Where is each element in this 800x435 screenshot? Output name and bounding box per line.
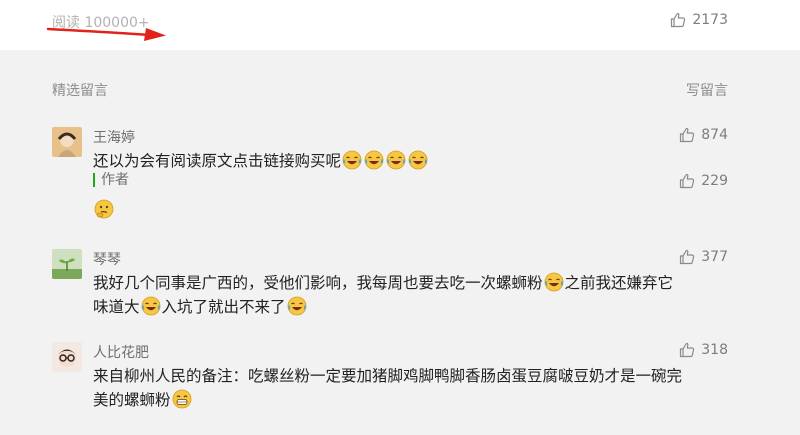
laughing-emoji-icon [408, 150, 428, 170]
thumbs-up-icon [670, 12, 686, 28]
thumbs-up-icon [679, 127, 695, 143]
commenter-name[interactable]: 王海婷 [93, 127, 135, 147]
thumbs-up-icon [679, 173, 695, 189]
article-like-count: 2173 [692, 12, 728, 28]
laughing-emoji-icon [141, 296, 161, 316]
laughing-emoji-icon [342, 150, 362, 170]
laughing-emoji-icon [364, 150, 384, 170]
comment-like-count: 377 [701, 249, 728, 265]
write-comment-link[interactable]: 写留言 [686, 80, 728, 100]
comment-like-button[interactable]: 318 [679, 342, 728, 358]
avatar[interactable] [52, 249, 82, 279]
article-footer-bar: 阅读 100000+ 2173 [0, 0, 800, 50]
comment-text-segment: 我好几个同事是广西的，受他们影响，我每周也要去吃一次螺蛳粉 [93, 274, 543, 292]
laughing-emoji-icon [287, 296, 307, 316]
comment-like-count: 874 [701, 127, 728, 143]
commenter-name[interactable]: 琴琴 [93, 249, 121, 269]
reply-like-button[interactable]: 229 [679, 173, 728, 189]
comment-text-segment: 入坑了就出不来了 [161, 298, 286, 316]
comment-like-button[interactable]: 874 [679, 127, 728, 143]
grinning-emoji-icon [172, 389, 192, 409]
avatar[interactable] [52, 342, 82, 372]
red-arrow-annotation [46, 27, 166, 41]
comment-text: 我好几个同事是广西的，受他们影响，我每周也要去吃一次螺蛳粉 之前我还嫌弃它味道大入… [93, 271, 683, 319]
avatar[interactable] [52, 127, 82, 157]
thinking-emoji-icon [94, 199, 114, 219]
article-like-button[interactable]: 2173 [670, 12, 728, 28]
thumbs-up-icon [679, 342, 695, 358]
thumbs-up-icon [679, 249, 695, 265]
comment-text: 还以为会有阅读原文点击链接购买呢 [93, 149, 683, 173]
laughing-emoji-icon [386, 150, 406, 170]
laughing-emoji-icon [544, 272, 564, 292]
comment-text-segment: 还以为会有阅读原文点击链接购买呢 [93, 152, 342, 170]
comment-like-count: 318 [701, 342, 728, 358]
commenter-name[interactable]: 人比花肥 [93, 342, 149, 362]
comment-text: 来自柳州人民的备注：吃螺丝粉一定要加猪脚鸡脚鸭脚香肠卤蛋豆腐啵豆奶才是一碗完美的… [93, 364, 683, 412]
comment-like-button[interactable]: 377 [679, 249, 728, 265]
reply-like-count: 229 [701, 173, 728, 189]
author-reply-label: 作者 [93, 173, 129, 187]
comments-header: 精选留言 写留言 [52, 80, 728, 100]
comments-title: 精选留言 [52, 83, 108, 99]
